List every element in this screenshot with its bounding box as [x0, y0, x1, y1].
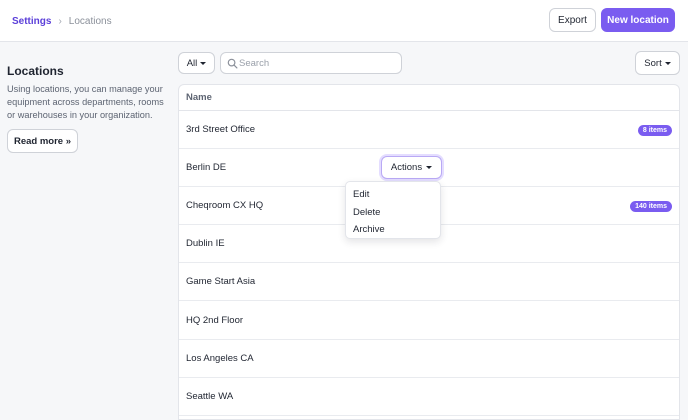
filter-dropdown[interactable]: All	[178, 52, 215, 74]
caret-down-icon	[426, 166, 433, 170]
sidebar-title: Locations	[7, 64, 64, 78]
table-header: Name	[179, 85, 679, 111]
breadcrumb-settings-link[interactable]: Settings	[12, 16, 51, 27]
row-name: Seattle WA	[186, 390, 234, 402]
row-name: Los Angeles CA	[186, 352, 254, 364]
row-name: Dublin IE	[186, 238, 225, 250]
row-name: 3rd Street Office	[186, 124, 255, 136]
caret-down-icon	[200, 61, 207, 65]
item-count-badge: 8 items	[637, 125, 672, 136]
actions-label: Actions	[390, 162, 423, 174]
chevron-right-icon: ›	[58, 15, 62, 27]
item-count-badge: 140 items	[630, 201, 672, 213]
row-name: HQ 2nd Floor	[186, 314, 244, 326]
read-more-button[interactable]: Read more »	[7, 129, 78, 153]
menu-item-delete[interactable]: Delete	[346, 204, 440, 222]
top-bar: Settings › Locations Export New location	[0, 0, 688, 42]
export-button[interactable]: Export	[549, 8, 596, 32]
table-row[interactable]: 3rd Street Office 8 items	[179, 111, 679, 150]
breadcrumb: Settings › Locations	[12, 14, 112, 28]
search-input[interactable]	[239, 55, 397, 71]
table-row[interactable]: Seattle WA	[179, 378, 679, 416]
table-row[interactable]: HQ 2nd Floor	[179, 301, 679, 340]
locations-table: Name 3rd Street Office 8 items Berlin DE…	[178, 84, 680, 420]
row-name: Berlin DE	[186, 162, 227, 174]
menu-item-archive[interactable]: Archive	[346, 221, 440, 239]
sidebar-description: Using locations, you can manage your equ…	[7, 84, 164, 120]
row-name: Cheqroom CX HQ	[186, 200, 264, 212]
filter-label: All	[186, 57, 198, 69]
sort-dropdown[interactable]: Sort	[635, 51, 680, 75]
actions-menu: Edit Delete Archive	[345, 181, 441, 239]
search-box[interactable]	[220, 52, 402, 74]
caret-down-icon	[664, 61, 671, 65]
menu-item-edit[interactable]: Edit	[346, 186, 440, 204]
column-header-name[interactable]: Name	[186, 92, 212, 103]
breadcrumb-current: Locations	[68, 15, 112, 27]
actions-button[interactable]: Actions	[381, 156, 442, 180]
new-location-button[interactable]: New location	[601, 8, 675, 32]
sort-label: Sort	[644, 57, 662, 69]
table-row[interactable]: Los Angeles CA	[179, 340, 679, 378]
sidebar-info: Locations Using locations, you can manag…	[7, 64, 167, 122]
search-icon	[227, 58, 238, 69]
table-row[interactable]: Game Start Asia	[179, 263, 679, 302]
row-name: Game Start Asia	[186, 276, 256, 288]
